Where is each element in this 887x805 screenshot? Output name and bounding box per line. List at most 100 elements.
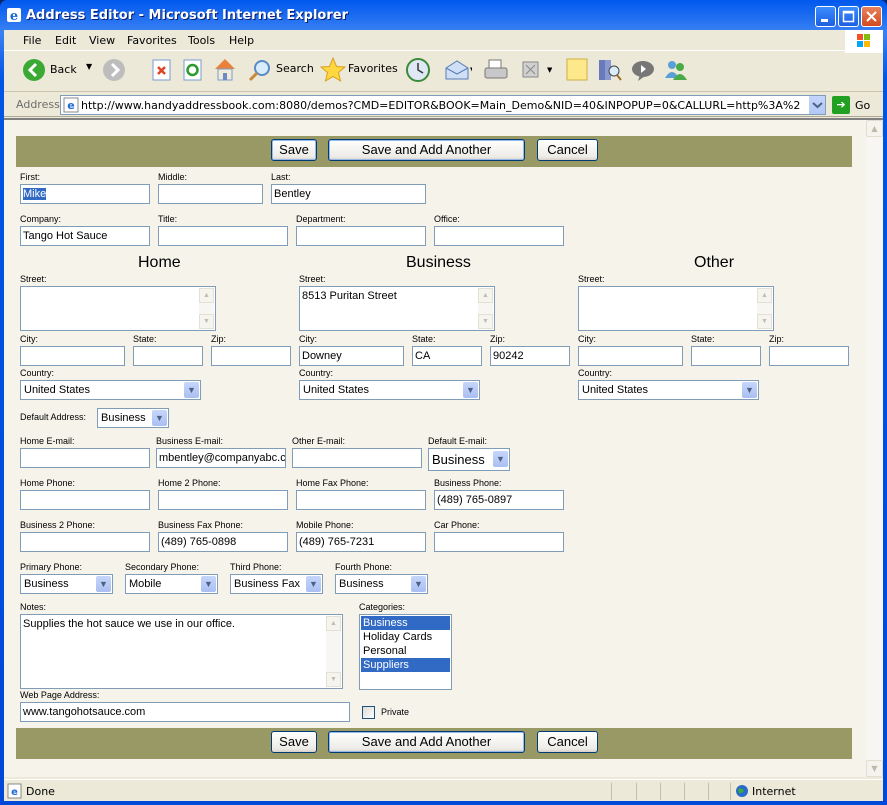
- windows-flag-icon: [857, 34, 870, 47]
- scroll-down-icon[interactable]: ▼: [326, 672, 341, 687]
- scroll-down-icon[interactable]: ▼: [757, 314, 772, 329]
- category-option[interactable]: Personal: [361, 644, 450, 658]
- stop-icon[interactable]: [152, 59, 172, 81]
- notes-icon[interactable]: [566, 58, 588, 82]
- home-email-input[interactable]: [20, 448, 150, 468]
- default-address-select[interactable]: Business ▼: [97, 408, 169, 428]
- business-fax-phone-input[interactable]: (489) 765-0898: [158, 532, 288, 552]
- save-button-bottom[interactable]: Save: [271, 731, 317, 753]
- web-page-input[interactable]: www.tangohotsauce.com: [20, 702, 350, 722]
- minimize-button[interactable]: [815, 6, 836, 27]
- fourth-phone-select[interactable]: Business ▼: [335, 574, 428, 594]
- maximize-button[interactable]: [838, 6, 859, 27]
- middle-name-input[interactable]: [158, 184, 263, 204]
- menu-favorites[interactable]: Favorites: [127, 34, 177, 47]
- print-icon[interactable]: [483, 58, 509, 82]
- category-option[interactable]: Business: [361, 616, 450, 630]
- menu-view[interactable]: View: [89, 34, 115, 47]
- back-dropdown-icon[interactable]: ▼: [86, 62, 92, 71]
- home-phone-input[interactable]: [20, 490, 150, 510]
- textarea-scrollbar[interactable]: ▲ ▼: [326, 616, 341, 687]
- textarea-scrollbar[interactable]: ▲ ▼: [478, 288, 493, 329]
- category-option[interactable]: Holiday Cards: [361, 630, 450, 644]
- business-country-select[interactable]: United States ▼: [299, 380, 480, 400]
- textarea-scrollbar[interactable]: ▲ ▼: [757, 288, 772, 329]
- research-icon[interactable]: [597, 58, 623, 82]
- home2-phone-input[interactable]: [158, 490, 288, 510]
- other-email-input[interactable]: [292, 448, 422, 468]
- other-city-input[interactable]: [578, 346, 683, 366]
- ie-logo-icon: e: [7, 8, 21, 23]
- secondary-phone-select[interactable]: Mobile ▼: [125, 574, 218, 594]
- other-state-input[interactable]: [691, 346, 761, 366]
- department-input[interactable]: [296, 226, 426, 246]
- scroll-up-icon[interactable]: ▲: [757, 288, 772, 303]
- favorites-button[interactable]: Favorites: [319, 56, 398, 86]
- address-input[interactable]: e http://www.handyaddressbook.com:8080/d…: [60, 95, 826, 115]
- textarea-scrollbar[interactable]: ▲ ▼: [199, 288, 214, 329]
- vertical-scrollbar[interactable]: ▲ ▼: [866, 120, 883, 777]
- home-city-input[interactable]: [20, 346, 125, 366]
- car-phone-input[interactable]: [434, 532, 564, 552]
- save-button[interactable]: Save: [271, 139, 317, 161]
- business-state-input[interactable]: CA: [412, 346, 482, 366]
- forward-arrow-icon[interactable]: [102, 58, 126, 82]
- business-city-input[interactable]: Downey: [299, 346, 404, 366]
- company-input[interactable]: Tango Hot Sauce: [20, 226, 150, 246]
- other-zip-input[interactable]: [769, 346, 849, 366]
- scroll-down-icon[interactable]: ▼: [866, 760, 883, 777]
- search-button[interactable]: Search: [248, 58, 314, 85]
- web-page-label: Web Page Address:: [20, 690, 100, 700]
- home-country-select[interactable]: United States ▼: [20, 380, 201, 400]
- other-street-input[interactable]: ▲ ▼: [578, 286, 774, 331]
- last-name-input[interactable]: Bentley: [271, 184, 426, 204]
- office-input[interactable]: [434, 226, 564, 246]
- business-email-input[interactable]: mbentley@companyabc.c: [156, 448, 286, 468]
- private-checkbox[interactable]: [362, 706, 375, 719]
- mail-icon[interactable]: ▼: [444, 58, 472, 82]
- menu-edit[interactable]: Edit: [55, 34, 76, 47]
- home-fax-phone-input[interactable]: [296, 490, 426, 510]
- scroll-up-icon[interactable]: ▲: [866, 120, 883, 137]
- scroll-up-icon[interactable]: ▲: [478, 288, 493, 303]
- scroll-up-icon[interactable]: ▲: [199, 288, 214, 303]
- business-street-input[interactable]: 8513 Puritan Street ▲ ▼: [299, 286, 495, 331]
- save-and-add-another-button-bottom[interactable]: Save and Add Another: [328, 731, 525, 753]
- close-button[interactable]: [861, 6, 882, 27]
- home-street-input[interactable]: ▲ ▼: [20, 286, 216, 331]
- categories-listbox[interactable]: Business Holiday Cards Personal Supplier…: [359, 614, 452, 690]
- svg-text:▼: ▼: [470, 66, 472, 74]
- scroll-down-icon[interactable]: ▼: [478, 314, 493, 329]
- menu-tools[interactable]: Tools: [188, 34, 215, 47]
- address-dropdown-button[interactable]: [808, 96, 825, 114]
- default-email-select[interactable]: Business ▼: [428, 448, 510, 471]
- refresh-icon[interactable]: [183, 59, 203, 81]
- title-input[interactable]: [158, 226, 288, 246]
- scroll-down-icon[interactable]: ▼: [199, 314, 214, 329]
- menu-file[interactable]: File: [23, 34, 41, 47]
- first-name-input[interactable]: Mike: [20, 184, 150, 204]
- scroll-up-icon[interactable]: ▲: [326, 616, 341, 631]
- messenger-icon[interactable]: [663, 58, 689, 82]
- cancel-button[interactable]: Cancel: [537, 139, 598, 161]
- home-zip-input[interactable]: [211, 346, 291, 366]
- home-state-input[interactable]: [133, 346, 203, 366]
- other-email-label: Other E-mail:: [292, 436, 346, 446]
- category-option[interactable]: Suppliers: [361, 658, 450, 672]
- history-icon[interactable]: [405, 57, 431, 83]
- discuss-icon[interactable]: [630, 58, 656, 82]
- menu-help[interactable]: Help: [229, 34, 254, 47]
- business2-phone-input[interactable]: [20, 532, 150, 552]
- business-street-label: Street:: [299, 274, 326, 284]
- notes-input[interactable]: Supplies the hot sauce we use in our off…: [20, 614, 343, 689]
- save-and-add-another-button[interactable]: Save and Add Another: [328, 139, 525, 161]
- business-zip-input[interactable]: 90242: [490, 346, 570, 366]
- cancel-button-bottom[interactable]: Cancel: [537, 731, 598, 753]
- third-phone-select[interactable]: Business Fax ▼: [230, 574, 323, 594]
- primary-phone-select[interactable]: Business ▼: [20, 574, 113, 594]
- mobile-phone-input[interactable]: (489) 765-7231: [296, 532, 426, 552]
- home-icon[interactable]: [212, 56, 238, 82]
- other-country-select[interactable]: United States ▼: [578, 380, 759, 400]
- edit-icon[interactable]: ▼: [522, 61, 552, 81]
- business-phone-input[interactable]: (489) 765-0897: [434, 490, 564, 510]
